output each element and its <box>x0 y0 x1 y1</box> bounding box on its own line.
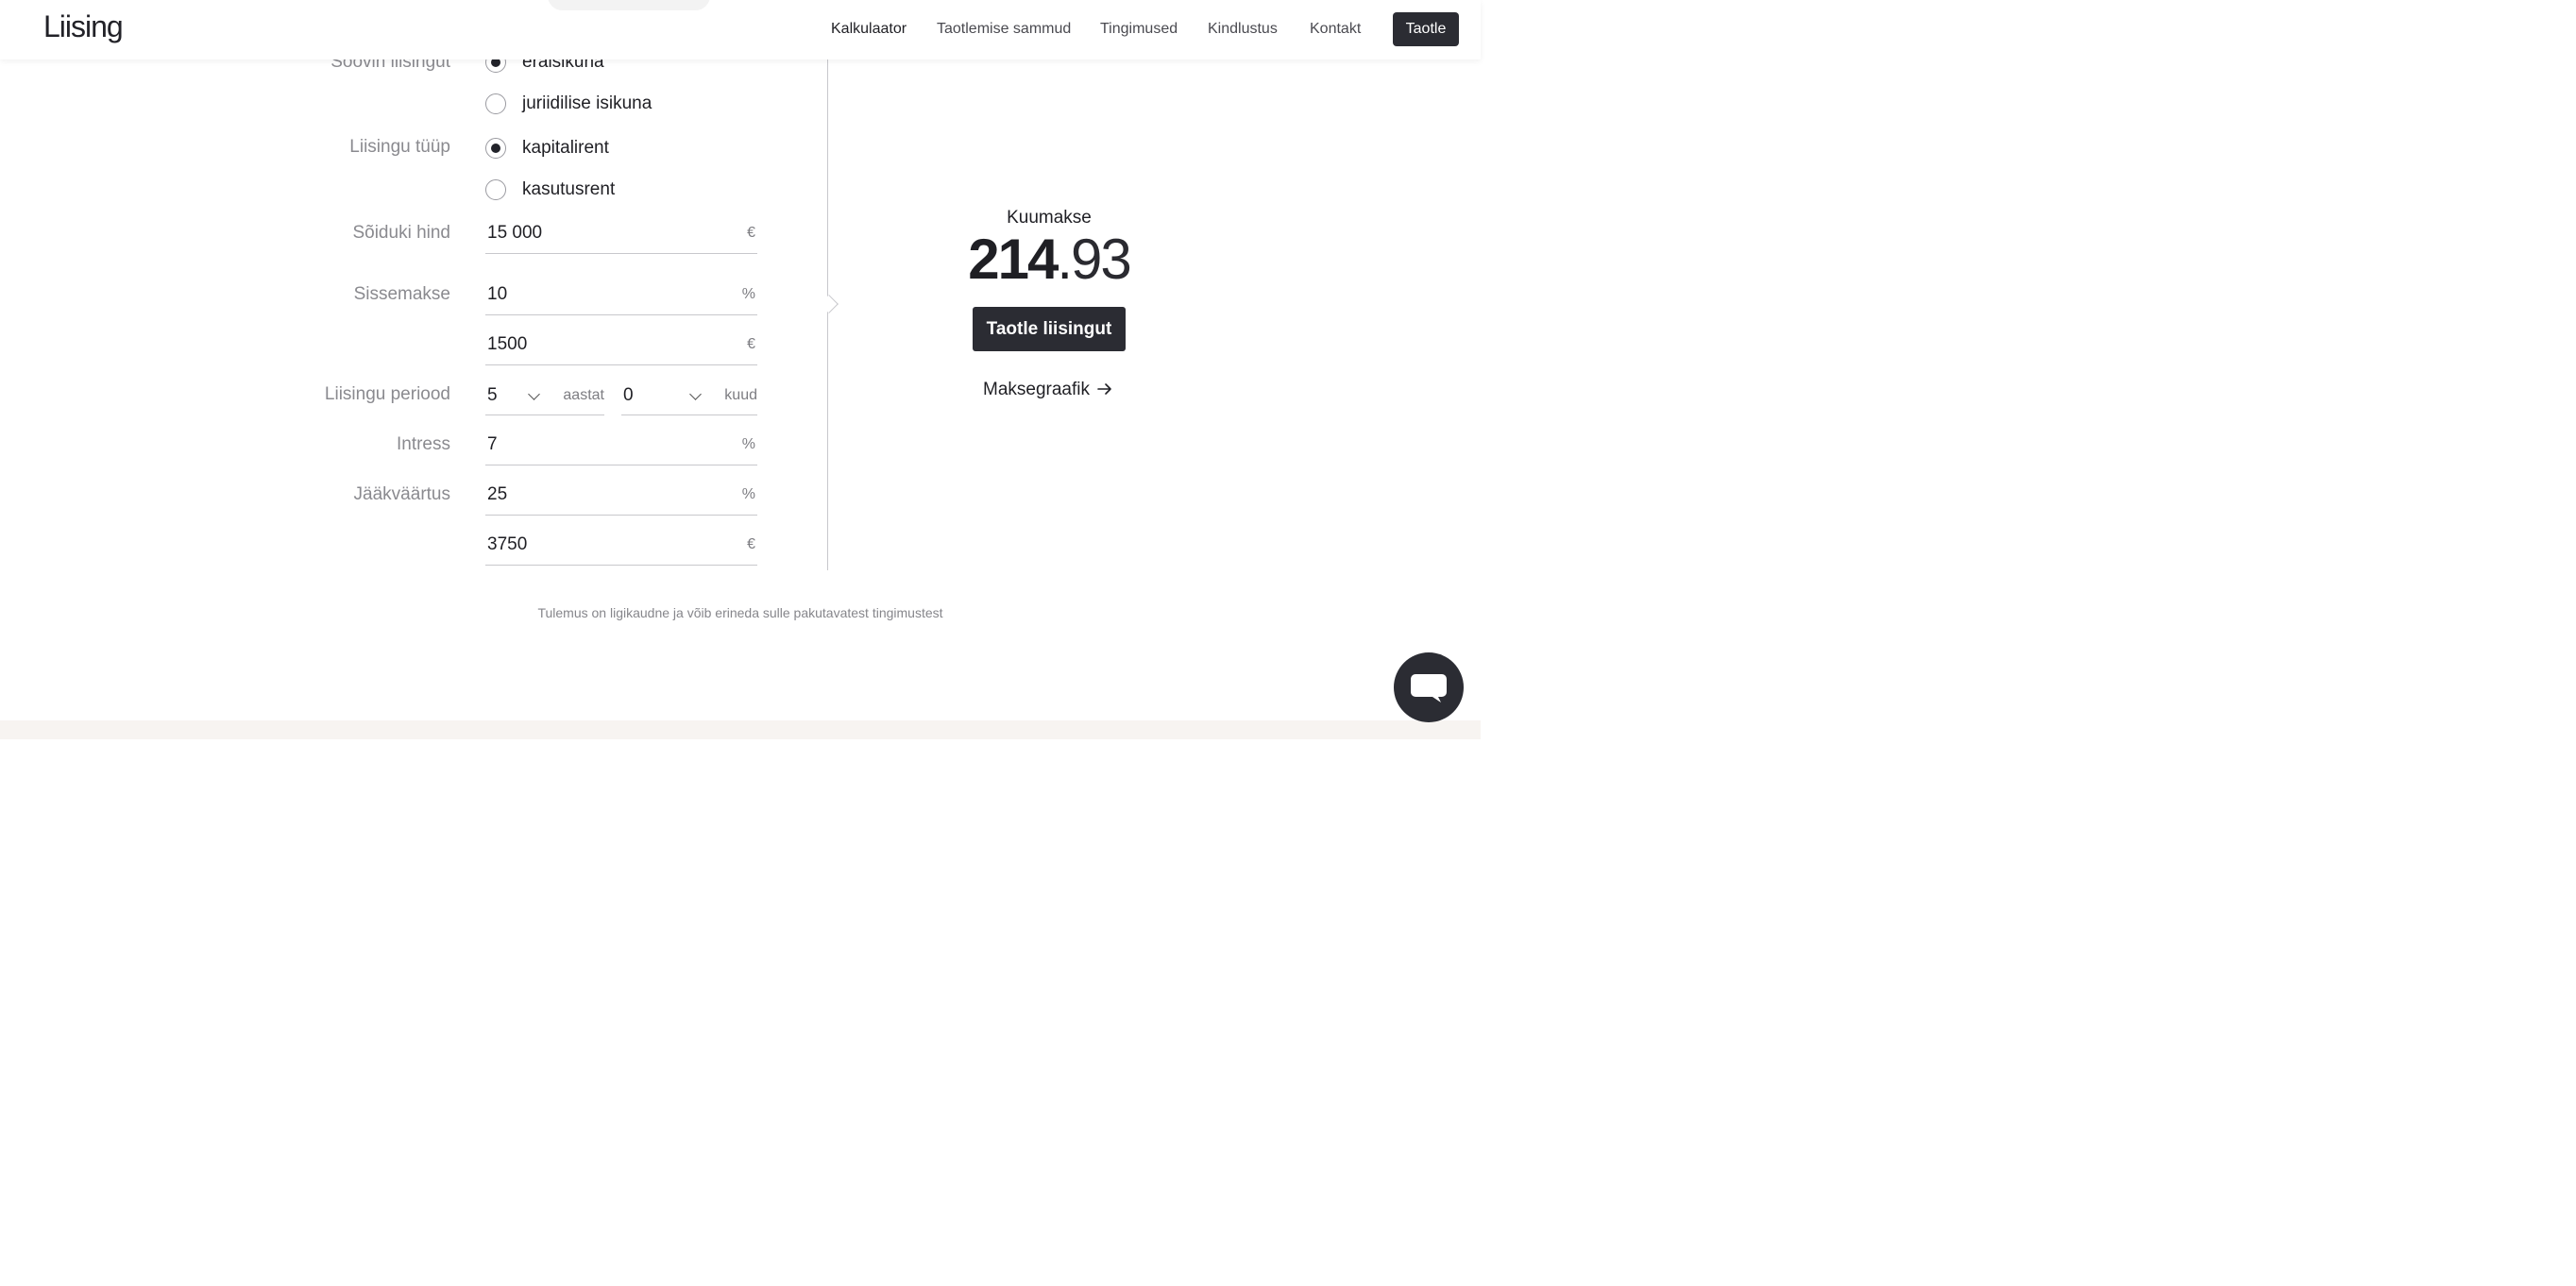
residual-amount-input[interactable] <box>487 533 714 557</box>
chat-button[interactable] <box>1394 652 1464 722</box>
footer-strip <box>0 720 1481 739</box>
radio-juriidilise-isikuna-label[interactable]: juriidilise isikuna <box>522 93 652 114</box>
vehicle-price-label: Sõiduki hind <box>352 223 450 243</box>
disclaimer-text: Tulemus on ligikaudne ja võib erineda su… <box>537 605 943 620</box>
interest-label: Intress <box>396 434 450 454</box>
period-years-value: 5 <box>487 385 498 405</box>
radio-kasutusrent-label[interactable]: kasutusrent <box>522 179 615 200</box>
site-header: Liising Kalkulaator Taotlemise sammud Ti… <box>0 0 1481 59</box>
down-payment-amount-field: € <box>485 327 757 365</box>
divider-pointer <box>820 295 839 313</box>
monthly-payment-separator: . <box>1057 228 1073 291</box>
lease-period-label: Liisingu periood <box>324 384 450 404</box>
monthly-payment-integer: 214 <box>968 228 1059 291</box>
arrow-right-icon <box>1097 383 1111 395</box>
payment-schedule-label: Maksegraafik <box>983 380 1090 399</box>
period-years-select[interactable]: 5 aastat <box>485 377 604 415</box>
down-payment-percent-input[interactable] <box>487 282 714 307</box>
radio-kapitalirent-label[interactable]: kapitalirent <box>522 138 609 159</box>
chat-bubble-icon <box>1411 674 1447 702</box>
period-months-select[interactable]: 0 kuud <box>621 377 757 415</box>
section-divider <box>827 59 828 570</box>
nav-item-kontakt[interactable]: Kontakt <box>1310 21 1361 38</box>
nav-item-kalkulaator[interactable]: Kalkulaator <box>831 21 907 38</box>
down-payment-amount-unit: € <box>747 336 755 352</box>
period-years-unit: aastat <box>563 387 604 403</box>
period-months-value: 0 <box>623 385 634 405</box>
monthly-payment-label: Kuumakse <box>1007 208 1092 228</box>
residual-amount-field: € <box>485 527 757 566</box>
period-months-unit: kuud <box>724 387 757 403</box>
chevron-down-icon <box>689 388 702 400</box>
apply-lease-button[interactable]: Taotle liisingut <box>973 307 1126 351</box>
header-apply-button[interactable]: Taotle <box>1393 12 1459 46</box>
lease-type-label: Liisingu tüüp <box>349 137 450 157</box>
residual-percent-field: % <box>485 477 757 516</box>
down-payment-percent-field: % <box>485 277 757 315</box>
interest-unit: % <box>741 436 755 452</box>
interest-field: % <box>485 427 757 465</box>
chevron-down-icon <box>528 388 540 400</box>
residual-percent-unit: % <box>741 486 755 502</box>
nav-item-taotlemise-sammud[interactable]: Taotlemise sammud <box>937 21 1071 38</box>
payment-schedule-link[interactable]: Maksegraafik <box>983 380 1112 400</box>
site-logo[interactable]: Liising <box>43 9 124 44</box>
radio-kapitalirent[interactable] <box>485 138 506 159</box>
vehicle-price-input[interactable] <box>487 221 714 245</box>
monthly-payment-decimal: 93 <box>1071 228 1132 291</box>
header-tab-pill[interactable] <box>548 0 710 10</box>
interest-input[interactable] <box>487 432 714 457</box>
radio-juriidilise-isikuna[interactable] <box>485 93 506 114</box>
vehicle-price-field: € <box>485 215 757 254</box>
down-payment-label: Sissemakse <box>353 284 450 304</box>
monthly-payment-value: 214.93 <box>963 227 1135 292</box>
nav-item-tingimused[interactable]: Tingimused <box>1100 21 1178 38</box>
down-payment-amount-input[interactable] <box>487 332 714 357</box>
down-payment-percent-unit: % <box>741 286 755 302</box>
residual-amount-unit: € <box>747 536 755 552</box>
nav-item-kindlustus[interactable]: Kindlustus <box>1208 21 1278 38</box>
radio-kasutusrent[interactable] <box>485 179 506 200</box>
residual-percent-input[interactable] <box>487 482 714 507</box>
residual-value-label: Jääkväärtus <box>353 484 450 504</box>
vehicle-price-unit: € <box>747 225 755 241</box>
